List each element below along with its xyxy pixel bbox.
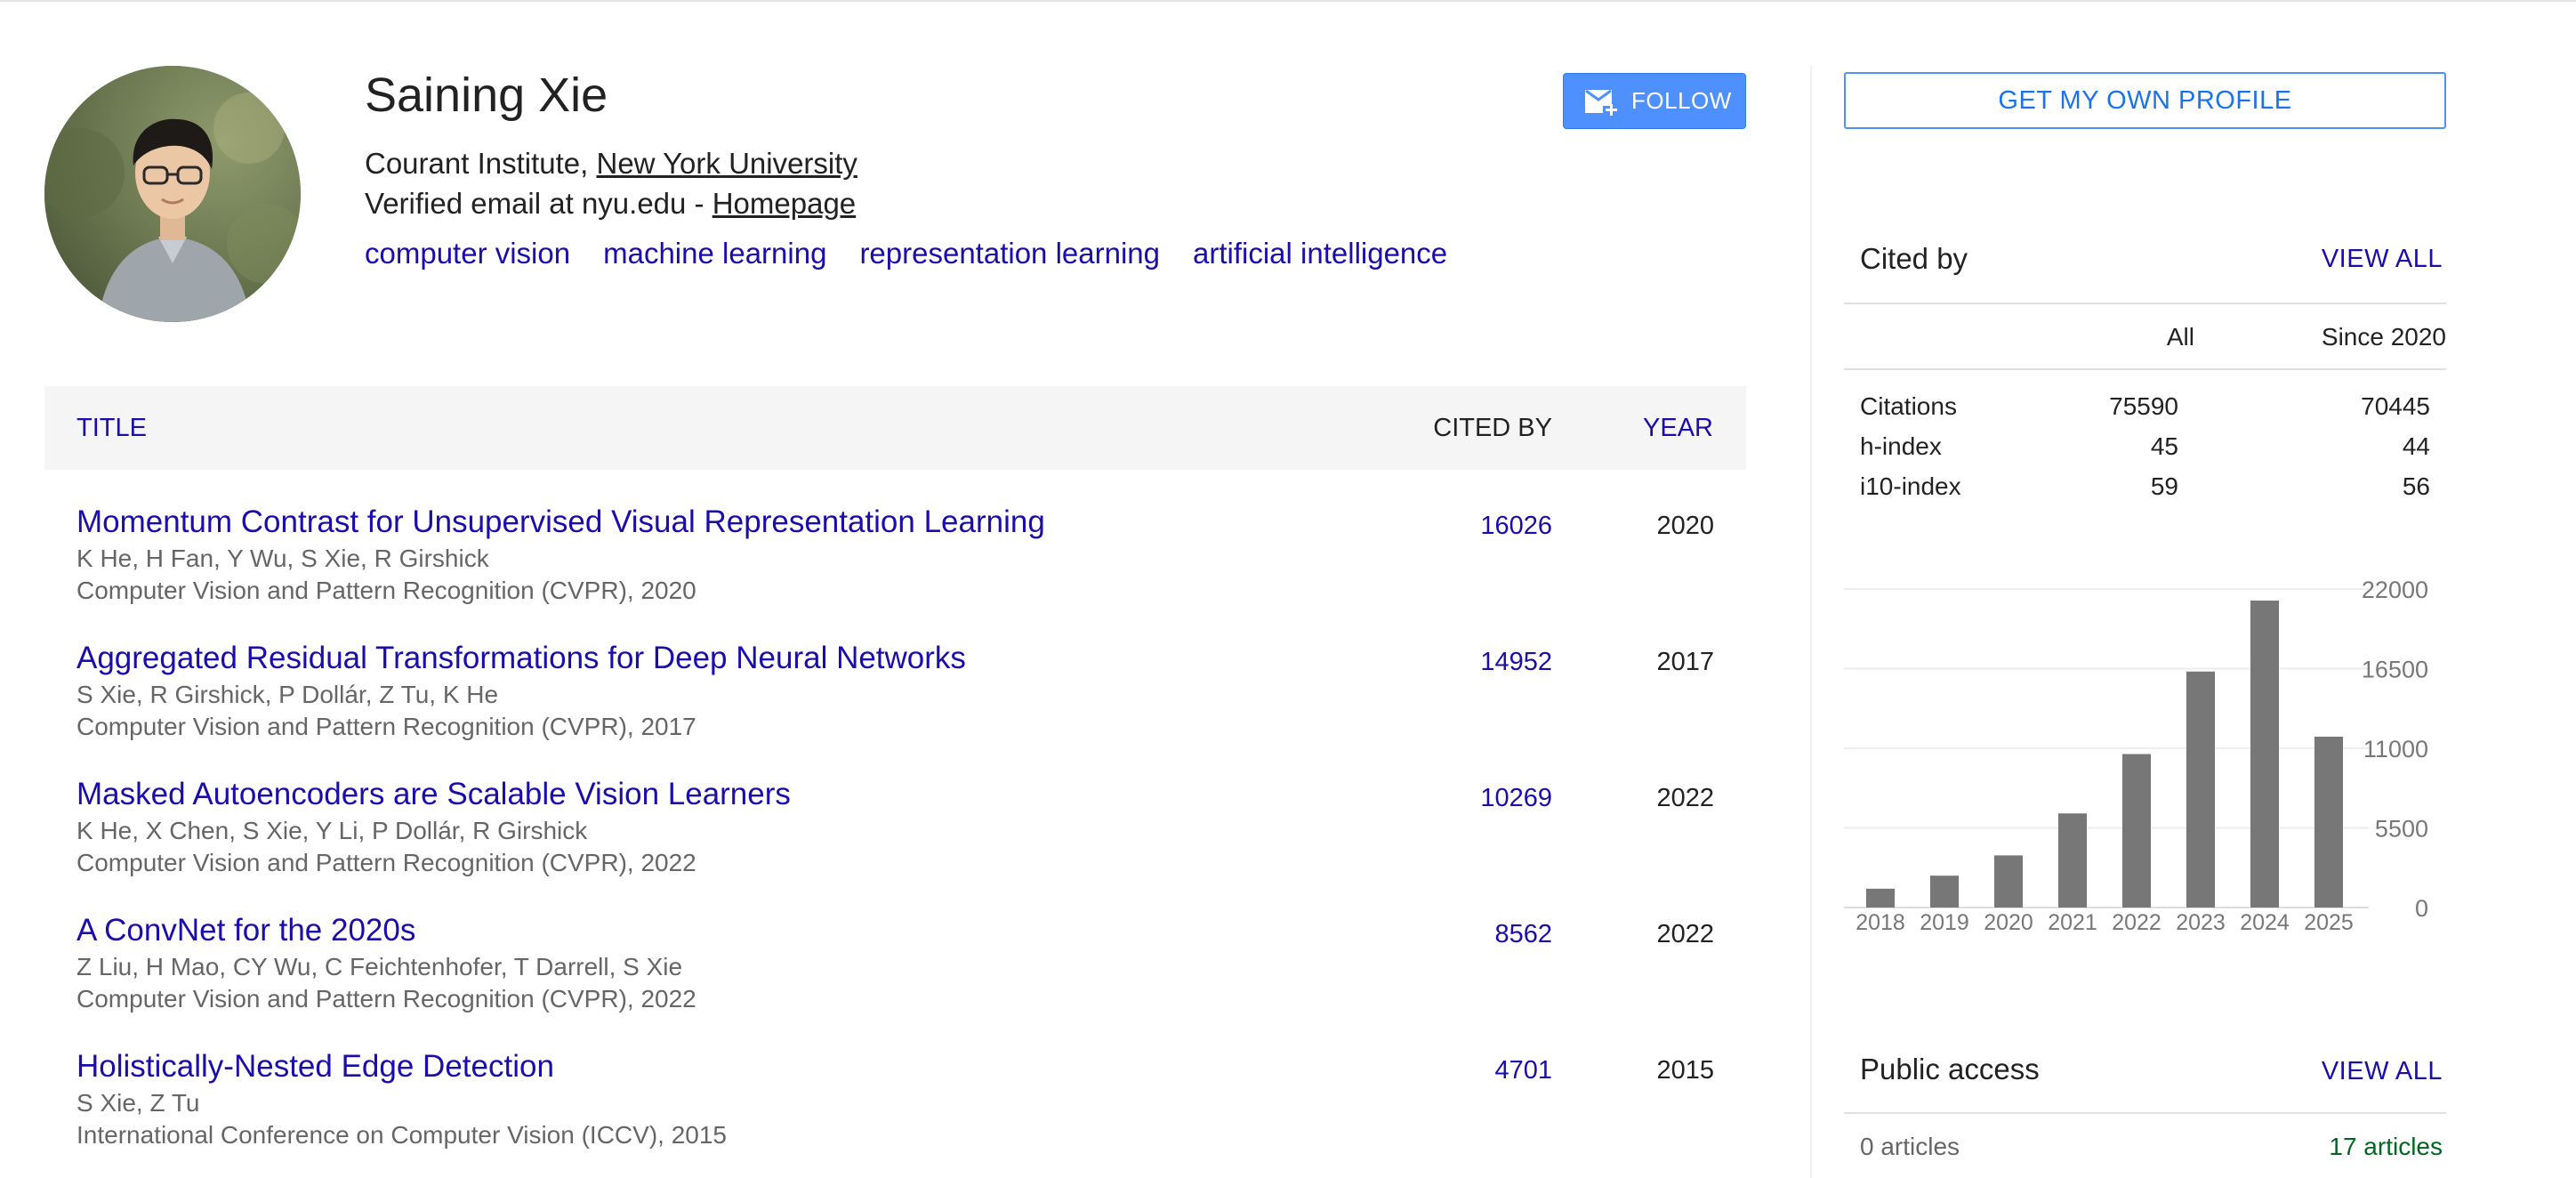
chart-bar-2023[interactable] <box>2186 671 2215 908</box>
profile-photo-image <box>44 66 301 322</box>
publication-year: 2020 <box>1656 512 1714 540</box>
cited-by-title: Cited by <box>1860 242 1968 275</box>
public-access-not-available: 0 articles <box>1860 1133 1960 1160</box>
interest-machine-learning[interactable]: machine learning <box>603 236 826 271</box>
chart-y-tick-label: 16500 <box>2362 657 2428 683</box>
interest-representation-learning[interactable]: representation learning <box>859 236 1160 271</box>
column-header-all: All <box>2166 323 2194 351</box>
stat-row-h-index: h-index 45 44 <box>1860 432 2430 472</box>
publication-authors: S Xie, Z Tu <box>76 1089 200 1117</box>
interest-computer-vision[interactable]: computer vision <box>365 236 570 271</box>
stat-all: 45 <box>2150 432 2178 460</box>
top-border <box>0 0 2576 2</box>
column-header-since: Since 2020 <box>2321 323 2446 351</box>
publication-cited-by[interactable]: 16026 <box>1480 511 1552 541</box>
chart-x-tick-label: 2019 <box>1920 910 1969 935</box>
divider <box>1844 368 2446 370</box>
chart-bar-2019[interactable] <box>1930 875 1959 908</box>
cited-by-header: CITED BY <box>1433 414 1552 442</box>
publication-venue: International Conference on Computer Vis… <box>76 1121 727 1149</box>
stat-row-citations: Citations 75590 70445 <box>1860 391 2430 432</box>
profile-email: Verified email at nyu.edu - Homepage <box>365 186 856 222</box>
publication-title[interactable]: Holistically-Nested Edge Detection <box>76 1048 554 1085</box>
stat-since: 44 <box>2402 432 2430 460</box>
stat-label: Citations <box>1860 392 1957 420</box>
publication-row: A ConvNet for the 2020s Z Liu, H Mao, CY… <box>76 912 1714 1019</box>
publication-title[interactable]: Aggregated Residual Transformations for … <box>76 640 966 677</box>
publication-row: Holistically-Nested Edge Detection S Xie… <box>76 1048 1714 1155</box>
chart-y-tick-label: 22000 <box>2362 577 2428 603</box>
sort-by-year[interactable]: YEAR <box>1643 413 1713 443</box>
chart-x-tick-label: 2022 <box>2112 910 2161 935</box>
chart-bar-2021[interactable] <box>2058 813 2087 908</box>
publication-title[interactable]: A ConvNet for the 2020s <box>76 912 415 949</box>
publication-venue: Computer Vision and Pattern Recognition … <box>76 713 696 740</box>
publication-year: 2015 <box>1656 1056 1714 1085</box>
publication-row: Aggregated Residual Transformations for … <box>76 640 1714 746</box>
research-interests: computer vision machine learning represe… <box>365 236 1447 271</box>
divider <box>1844 303 2446 304</box>
publication-authors: S Xie, R Girshick, P Dollár, Z Tu, K He <box>76 681 499 708</box>
publication-cited-by[interactable]: 14952 <box>1480 647 1552 677</box>
mail-plus-icon <box>1585 89 1617 116</box>
publication-venue: Computer Vision and Pattern Recognition … <box>76 985 696 1013</box>
affiliation-link[interactable]: New York University <box>596 147 857 180</box>
publication-title[interactable]: Masked Autoencoders are Scalable Vision … <box>76 776 791 813</box>
stat-all: 59 <box>2150 472 2178 500</box>
public-access-available[interactable]: 17 articles <box>2329 1132 2443 1162</box>
chart-bar-2020[interactable] <box>1994 855 2023 908</box>
publication-year: 2017 <box>1656 648 1714 676</box>
follow-button[interactable]: FOLLOW <box>1563 73 1746 129</box>
divider <box>1844 1112 2446 1114</box>
chart-y-tick-label: 11000 <box>2363 736 2428 762</box>
interest-artificial-intelligence[interactable]: artificial intelligence <box>1193 236 1447 271</box>
chart-bar-2018[interactable] <box>1866 888 1895 908</box>
get-my-own-profile-button[interactable]: GET MY OWN PROFILE <box>1844 72 2446 129</box>
chart-x-tick-label: 2024 <box>2240 910 2290 935</box>
chart-bar-2025[interactable] <box>2314 736 2343 908</box>
chart-bar-2022[interactable] <box>2122 754 2151 908</box>
profile-affiliation: Courant Institute, New York University <box>365 146 857 182</box>
profile-photo <box>44 66 301 322</box>
affiliation-text: Courant Institute, <box>365 147 597 180</box>
publication-authors: Z Liu, H Mao, CY Wu, C Feichtenhofer, T … <box>76 953 683 980</box>
publication-authors: K He, X Chen, S Xie, Y Li, P Dollár, R G… <box>76 817 588 844</box>
stat-since: 56 <box>2402 472 2430 500</box>
publication-venue: Computer Vision and Pattern Recognition … <box>76 849 696 876</box>
publication-venue: Computer Vision and Pattern Recognition … <box>76 577 696 604</box>
stat-since: 70445 <box>2361 392 2430 420</box>
chart-y-tick-label: 5500 <box>2375 816 2428 843</box>
public-access-view-all[interactable]: VIEW ALL <box>2322 1056 2443 1086</box>
sort-by-title[interactable]: TITLE <box>76 413 147 443</box>
publication-authors: K He, H Fan, Y Wu, S Xie, R Girshick <box>76 545 489 572</box>
publication-cited-by[interactable]: 4701 <box>1494 1055 1552 1085</box>
chart-y-tick-label: 0 <box>2415 895 2428 922</box>
stat-row-i10-index: i10-index 59 56 <box>1860 472 2430 512</box>
stat-label: h-index <box>1860 432 1942 460</box>
citations-per-year-chart: 22000 16500 11000 5500 0 2018 2019 2020 2021 2022… <box>1844 577 2428 935</box>
cited-by-view-all[interactable]: VIEW ALL <box>2322 244 2443 274</box>
follow-label: FOLLOW <box>1631 87 1732 114</box>
chart-x-tick-label: 2025 <box>2304 910 2354 935</box>
publication-year: 2022 <box>1656 920 1714 948</box>
publication-cited-by[interactable]: 8562 <box>1494 919 1552 949</box>
publication-row: Momentum Contrast for Unsupervised Visua… <box>76 504 1714 610</box>
chart-x-tick-label: 2023 <box>2176 910 2226 935</box>
email-text: Verified email at nyu.edu - <box>365 187 712 220</box>
stat-label: i10-index <box>1860 472 1961 500</box>
chart-bar-2024[interactable] <box>2250 601 2279 908</box>
chart-x-tick-label: 2020 <box>1984 910 2033 935</box>
public-access-title: Public access <box>1860 1053 2040 1085</box>
profile-name: Saining Xie <box>365 69 608 122</box>
stat-all: 75590 <box>2109 392 2178 420</box>
publications-header: TITLE CITED BY YEAR <box>44 386 1746 470</box>
publication-year: 2022 <box>1656 784 1714 812</box>
chart-x-tick-label: 2021 <box>2048 910 2097 935</box>
column-divider <box>1810 66 1812 1178</box>
publication-title[interactable]: Momentum Contrast for Unsupervised Visua… <box>76 504 1045 541</box>
publication-cited-by[interactable]: 10269 <box>1480 783 1552 813</box>
homepage-link[interactable]: Homepage <box>712 187 856 220</box>
publication-row: Masked Autoencoders are Scalable Vision … <box>76 776 1714 883</box>
chart-x-tick-label: 2018 <box>1856 910 1905 935</box>
